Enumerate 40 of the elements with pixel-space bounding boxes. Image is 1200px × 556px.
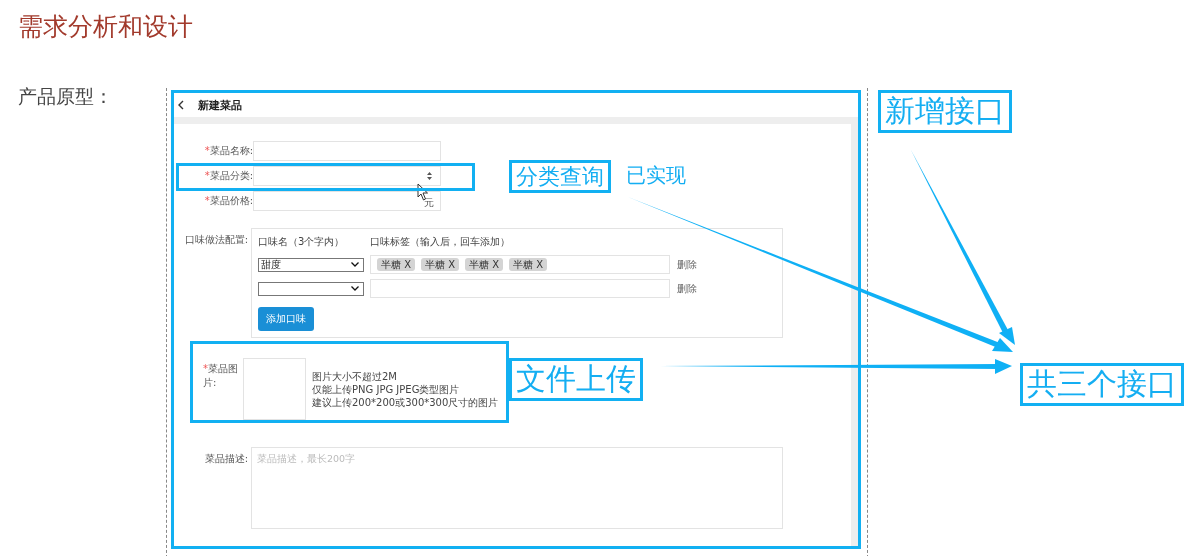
tag-input[interactable]: 半糖 X 半糖 X 半糖 X 半糖 X [370,255,670,274]
form-title: 新建菜品 [198,97,242,113]
chevron-icon [351,286,359,291]
chevron-icon [351,262,359,267]
field-label: 口味做法配置: [183,233,249,247]
add-flavor-button[interactable]: 添加口味 [258,307,314,331]
field-label: *菜品分类: [203,169,253,183]
field-label: *菜品图片: [203,362,239,390]
field-label: 菜品描述: [203,452,249,466]
hint-text: 图片大小不超过2M [312,369,398,383]
section-heading: 需求分析和设计 [18,11,193,43]
flavor-select[interactable] [258,281,364,296]
image-upload[interactable] [243,358,306,420]
annotation-label: 新增接口 [878,90,1012,133]
prototype-label: 产品原型： [18,84,113,109]
delete-link[interactable]: 删除 [677,257,697,272]
tag-chip[interactable]: 半糖 X [377,258,416,271]
delete-link[interactable]: 删除 [677,281,697,296]
back-icon[interactable] [178,100,184,110]
column-header: 口味标签（输入后，回车添加） [370,235,510,249]
annotation-label: 共三个接口 [1020,363,1184,406]
scrollbar[interactable] [851,124,858,546]
annotation-label: 已实现 [625,163,687,188]
field-label: *菜品价格: [203,194,253,208]
unit-label: 元 [424,196,434,210]
tag-input[interactable] [370,279,670,298]
column-header: 口味名（3个字内） [258,235,346,249]
tag-chip[interactable]: 半糖 X [421,258,460,271]
tag-chip[interactable]: 半糖 X [509,258,548,271]
hint-text: 建议上传200*200或300*300尺寸的图片 [312,395,499,409]
price-input[interactable]: 元 [253,191,441,211]
annotation-label: 分类查询 [509,160,611,194]
name-input[interactable] [253,141,441,161]
field-label: *菜品名称: [203,144,253,158]
annotation-label: 文件上传 [509,358,643,401]
category-select[interactable] [253,166,441,186]
updown-icon [427,172,432,180]
hint-text: 仅能上传PNG JPG JPEG类型图片 [312,382,461,396]
flavor-select[interactable]: 甜度 [258,257,364,272]
tag-chip[interactable]: 半糖 X [465,258,504,271]
